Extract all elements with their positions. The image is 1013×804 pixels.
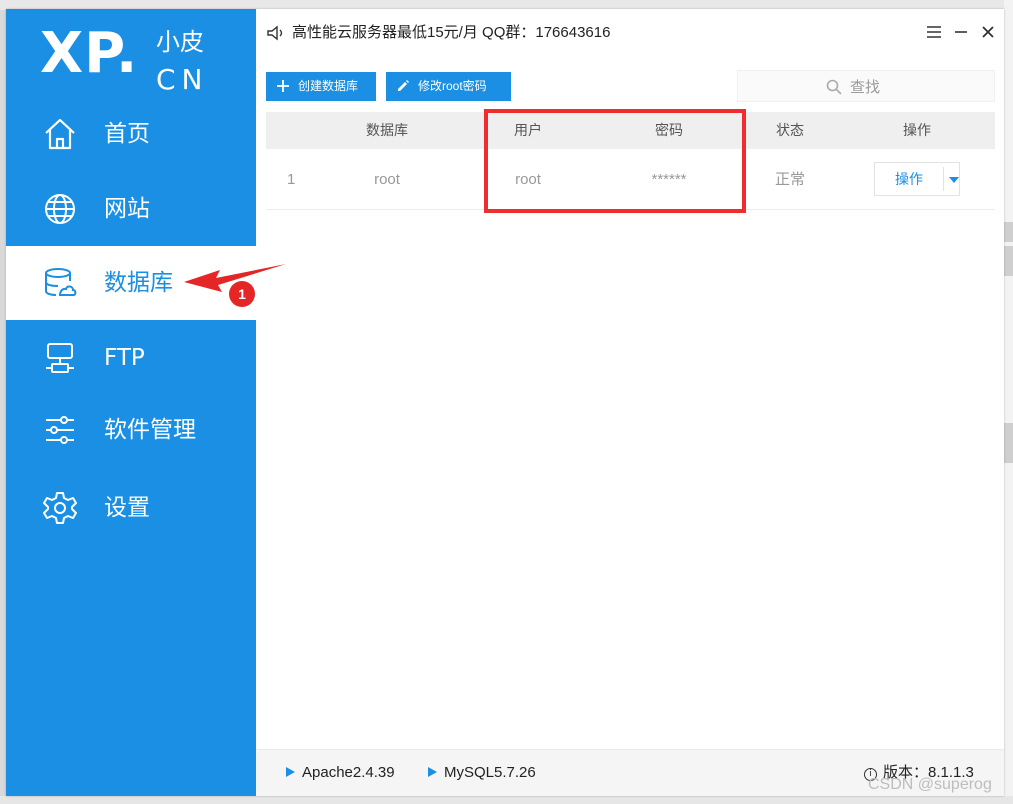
sidebar-item-website[interactable]: 网站	[6, 172, 256, 246]
gear-icon	[43, 492, 77, 524]
logo-xp: XP.	[40, 21, 139, 86]
sliders-icon	[46, 416, 74, 444]
globe-icon	[45, 194, 75, 224]
logo-cn-top: 小皮	[156, 28, 204, 56]
sidebar-item-settings[interactable]: 设置	[6, 471, 256, 545]
sidebar-item-label: 网站	[104, 196, 150, 222]
column-database: 数据库	[366, 122, 408, 138]
background-notch	[1004, 222, 1013, 242]
speaker-icon	[267, 25, 283, 41]
search-box[interactable]	[737, 70, 995, 102]
search-input[interactable]	[848, 75, 982, 99]
apache-status[interactable]: Apache2.4.39	[286, 750, 395, 796]
title-bar: 高性能云服务器最低15元/月 QQ群：176643616	[256, 9, 1004, 57]
modify-root-password-label: 修改root密码	[418, 79, 487, 93]
step-badge: 1	[229, 281, 255, 307]
row-database: root	[374, 171, 400, 188]
logo: XP. 小皮 CN	[40, 21, 240, 101]
sidebar-item-home[interactable]: 首页	[6, 97, 256, 171]
apache-label: Apache2.4.39	[302, 764, 395, 781]
watermark: CSDN @superog	[868, 776, 992, 793]
column-status: 状态	[776, 122, 804, 138]
menu-icon[interactable]	[925, 23, 943, 41]
sidebar-item-label: FTP	[104, 345, 145, 371]
plus-icon	[277, 80, 289, 92]
modify-root-password-button[interactable]: 修改root密码	[386, 72, 511, 101]
column-action: 操作	[903, 122, 931, 138]
background-window-right	[1004, 0, 1013, 804]
database-icon	[45, 268, 77, 296]
background-window-bottom	[0, 796, 1013, 804]
row-index: 1	[287, 171, 296, 188]
create-database-button[interactable]: 创建数据库	[266, 72, 376, 101]
row-status: 正常	[774, 171, 806, 188]
sidebar-item-ftp[interactable]: FTP	[6, 321, 256, 395]
highlight-box	[484, 109, 746, 213]
play-icon	[428, 767, 437, 777]
sidebar-item-software[interactable]: 软件管理	[6, 393, 256, 467]
action-separator	[943, 167, 944, 191]
background-notch	[1004, 423, 1013, 463]
ftp-icon	[46, 343, 74, 373]
sidebar-item-label: 设置	[104, 495, 150, 521]
mysql-status[interactable]: MySQL5.7.26	[428, 750, 536, 796]
sidebar: XP. 小皮 CN 首页 网站 数据库 FTP 软件管理 设置	[6, 9, 256, 796]
create-database-label: 创建数据库	[298, 79, 359, 93]
mysql-label: MySQL5.7.26	[444, 764, 536, 781]
row-action-label: 操作	[895, 171, 923, 187]
play-icon	[286, 767, 295, 777]
row-action-button[interactable]: 操作	[874, 162, 960, 196]
pencil-icon	[398, 80, 409, 91]
background-notch	[1004, 246, 1013, 276]
sidebar-item-label: 数据库	[104, 270, 173, 296]
chevron-down-icon[interactable]	[949, 177, 959, 183]
logo-cn-bottom: CN	[156, 63, 209, 96]
minimize-icon[interactable]	[952, 23, 970, 41]
notice-text: 高性能云服务器最低15元/月 QQ群：176643616	[292, 24, 611, 41]
home-icon	[45, 118, 75, 150]
close-icon[interactable]	[979, 23, 997, 41]
sidebar-item-label: 软件管理	[104, 417, 196, 443]
sidebar-item-label: 首页	[104, 121, 150, 147]
search-icon	[826, 79, 842, 95]
